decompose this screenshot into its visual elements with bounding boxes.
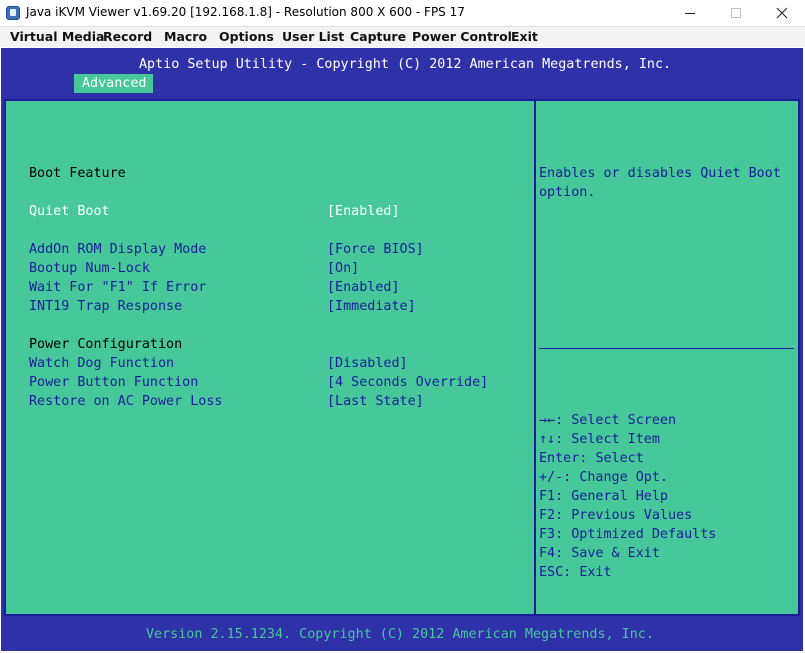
key-name: Enter: bbox=[539, 451, 588, 466]
maximize-button[interactable] bbox=[713, 0, 759, 26]
key-arrows-up-down-icon: ↑↓: bbox=[539, 432, 564, 447]
window-title: Java iKVM Viewer v1.69.20 [192.168.1.8] … bbox=[26, 5, 465, 19]
setting-label-power-button-function[interactable]: Power Button Function bbox=[29, 373, 198, 392]
minimize-button[interactable] bbox=[667, 0, 713, 26]
key-name: F3: bbox=[539, 527, 564, 542]
setting-value-quiet-boot[interactable]: [Enabled] bbox=[327, 202, 400, 221]
help-divider bbox=[539, 348, 794, 349]
setting-value-int19-trap-response[interactable]: [Immediate] bbox=[327, 297, 416, 316]
setting-value-wait-for-f1[interactable]: [Enabled] bbox=[327, 278, 400, 297]
setting-label-wait-for-f1[interactable]: Wait For "F1" If Error bbox=[29, 278, 206, 297]
key-name: F4: bbox=[539, 546, 564, 561]
menubar: Virtual Media Record Macro Options User … bbox=[0, 27, 805, 47]
key-hint-change-opt: +/-: Change Opt. bbox=[539, 468, 668, 487]
setting-label-quiet-boot[interactable]: Quiet Boot bbox=[29, 202, 110, 221]
window-titlebar: Java iKVM Viewer v1.69.20 [192.168.1.8] … bbox=[0, 0, 805, 27]
key-action: Select Item bbox=[571, 432, 660, 447]
java-app-icon bbox=[6, 6, 20, 20]
menu-user-list[interactable]: User List bbox=[282, 29, 344, 44]
key-name: F1: bbox=[539, 489, 564, 504]
key-name: ESC: bbox=[539, 565, 572, 580]
key-hint-select-screen: →←: Select Screen bbox=[539, 411, 676, 430]
key-action: Change Opt. bbox=[579, 470, 668, 485]
key-action: Save & Exit bbox=[571, 546, 660, 561]
setting-label-bootup-num-lock[interactable]: Bootup Num-Lock bbox=[29, 259, 150, 278]
setting-label-restore-on-ac-power-loss[interactable]: Restore on AC Power Loss bbox=[29, 392, 222, 411]
menu-exit[interactable]: Exit bbox=[511, 29, 538, 44]
menu-power-control[interactable]: Power Control bbox=[412, 29, 512, 44]
setting-value-bootup-num-lock[interactable]: [On] bbox=[327, 259, 359, 278]
setting-value-watch-dog-function[interactable]: [Disabled] bbox=[327, 354, 408, 373]
key-hint-previous-values: F2: Previous Values bbox=[539, 506, 692, 525]
setting-value-restore-on-ac-power-loss[interactable]: [Last State] bbox=[327, 392, 424, 411]
menu-options[interactable]: Options bbox=[219, 29, 274, 44]
key-action: Select Screen bbox=[571, 413, 677, 428]
key-hint-save-exit: F4: Save & Exit bbox=[539, 544, 660, 563]
settings-panel: Boot Feature Quiet Boot [Enabled] AddOn … bbox=[4, 99, 536, 616]
close-icon bbox=[776, 7, 788, 19]
key-hint-exit: ESC: Exit bbox=[539, 563, 612, 582]
setting-value-power-button-function[interactable]: [4 Seconds Override] bbox=[327, 373, 488, 392]
setting-label-addon-rom-display-mode[interactable]: AddOn ROM Display Mode bbox=[29, 240, 206, 259]
bios-footer: Version 2.15.1234. Copyright (C) 2012 Am… bbox=[146, 627, 654, 642]
minimize-icon bbox=[685, 13, 695, 14]
menu-record[interactable]: Record bbox=[103, 29, 152, 44]
key-name: +/-: bbox=[539, 470, 572, 485]
key-name: F2: bbox=[539, 508, 564, 523]
bios-screen: Aptio Setup Utility - Copyright (C) 2012… bbox=[1, 48, 803, 651]
section-header-boot-feature: Boot Feature bbox=[29, 166, 126, 181]
close-button[interactable] bbox=[759, 0, 805, 26]
section-header-power-configuration: Power Configuration bbox=[29, 337, 183, 352]
tab-advanced[interactable]: Advanced bbox=[74, 74, 153, 93]
menu-macro[interactable]: Macro bbox=[164, 29, 207, 44]
key-action: General Help bbox=[571, 489, 668, 504]
key-action: Previous Values bbox=[571, 508, 693, 523]
menu-virtual-media[interactable]: Virtual Media bbox=[10, 29, 104, 44]
setting-value-addon-rom-display-mode[interactable]: [Force BIOS] bbox=[327, 240, 424, 259]
help-text-line-2: option. bbox=[539, 185, 596, 200]
setting-label-int19-trap-response[interactable]: INT19 Trap Response bbox=[29, 297, 182, 316]
key-hint-general-help: F1: General Help bbox=[539, 487, 668, 506]
key-action: Optimized Defaults bbox=[571, 527, 717, 542]
setting-label-watch-dog-function[interactable]: Watch Dog Function bbox=[29, 354, 174, 373]
key-hint-select-item: ↑↓: Select Item bbox=[539, 430, 660, 449]
menu-capture[interactable]: Capture bbox=[350, 29, 406, 44]
help-panel: Enables or disables Quiet Boot option. →… bbox=[534, 99, 800, 616]
key-action: Exit bbox=[579, 565, 612, 580]
key-hint-enter: Enter: Select bbox=[539, 449, 644, 468]
maximize-icon bbox=[731, 8, 741, 18]
help-text-line-1: Enables or disables Quiet Boot bbox=[539, 166, 781, 181]
bios-title: Aptio Setup Utility - Copyright (C) 2012… bbox=[139, 57, 672, 72]
key-hint-optimized-defaults: F3: Optimized Defaults bbox=[539, 525, 716, 544]
key-arrows-left-right-icon: →←: bbox=[539, 413, 564, 428]
key-action: Select bbox=[595, 451, 644, 466]
